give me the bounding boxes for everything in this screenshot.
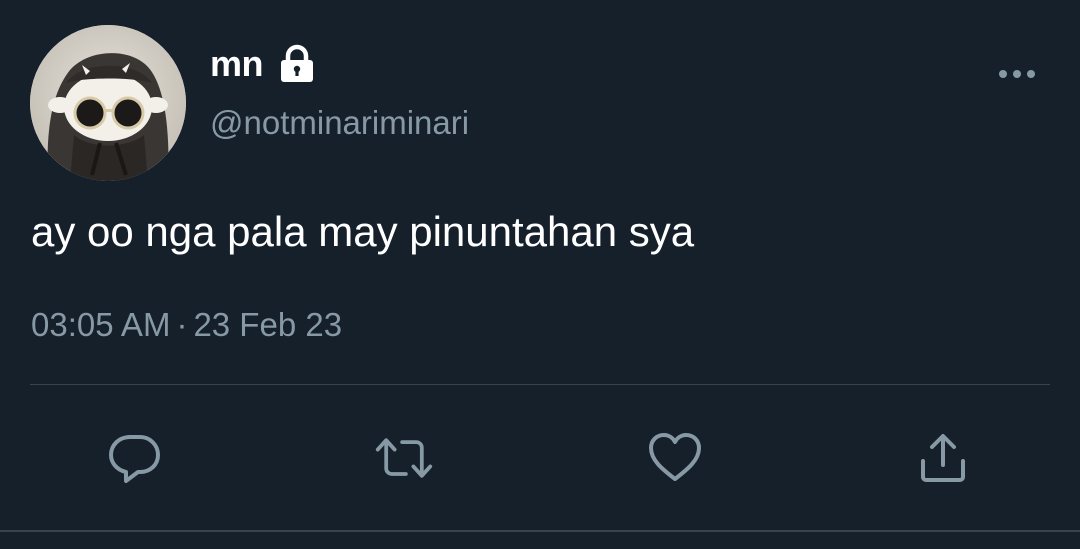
reply-icon [109,435,160,483]
share-icon [921,434,965,482]
user-handle[interactable]: @notminariminari [210,104,469,142]
tweet-card: mn @notminariminari ay oo nga pala may p… [0,0,1080,549]
tweet-date: 23 Feb 23 [193,306,343,343]
timestamp-separator: · [176,306,188,343]
retweet-button[interactable] [374,428,434,488]
display-name-row: mn [210,40,315,88]
display-name[interactable]: mn [210,43,264,85]
heart-icon [649,433,701,481]
tweet-timestamp[interactable]: 03:05 AM · 23 Feb 23 [31,306,342,344]
tweet-text: ay oo nga pala may pinuntahan sya [31,208,695,255]
like-button[interactable] [645,428,705,488]
retweet-icon [375,438,433,478]
tweet-time: 03:05 AM [31,306,171,343]
avatar-image [30,25,186,181]
reply-button[interactable] [105,428,165,488]
more-options-icon[interactable] [995,60,1039,88]
avatar[interactable] [30,25,186,181]
share-button[interactable] [913,428,973,488]
lock-icon [279,44,315,84]
bottom-divider [0,530,1080,532]
divider [30,384,1050,385]
